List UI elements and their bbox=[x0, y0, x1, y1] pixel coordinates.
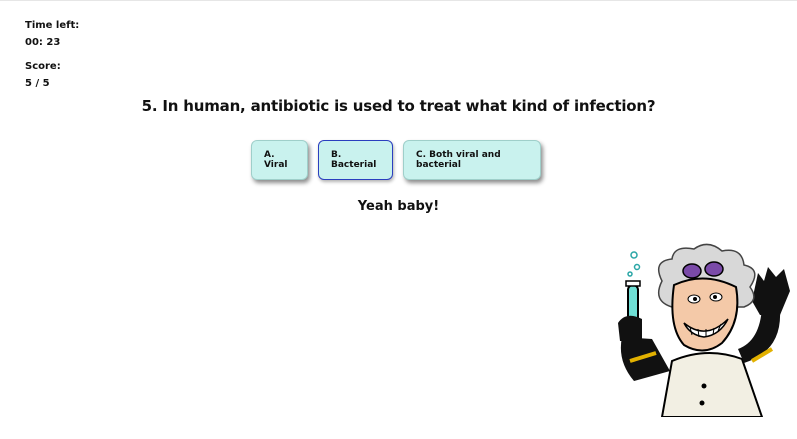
score-value: 5 / 5 bbox=[25, 78, 50, 89]
feedback-message: Yeah baby! bbox=[357, 199, 440, 214]
answer-options: A. Viral B. Bacterial C. Both viral and … bbox=[251, 140, 541, 180]
answer-c-button[interactable]: C. Both viral and bacterial bbox=[403, 140, 541, 180]
time-left-value: 00: 23 bbox=[25, 37, 61, 48]
mad-scientist-icon bbox=[618, 243, 790, 417]
quiz-page: Time left: 00: 23 Score: 5 / 5 5. In hum… bbox=[0, 0, 797, 439]
score-label: Score: bbox=[25, 61, 61, 72]
time-left-panel: Time left: 00: 23 bbox=[25, 17, 79, 51]
answer-a-button[interactable]: A. Viral bbox=[251, 140, 308, 180]
answer-b-button[interactable]: B. Bacterial bbox=[318, 140, 393, 180]
score-panel: Score: 5 / 5 bbox=[25, 58, 61, 92]
question-text: 5. In human, antibiotic is used to treat… bbox=[141, 97, 656, 115]
time-left-label: Time left: bbox=[25, 20, 80, 31]
